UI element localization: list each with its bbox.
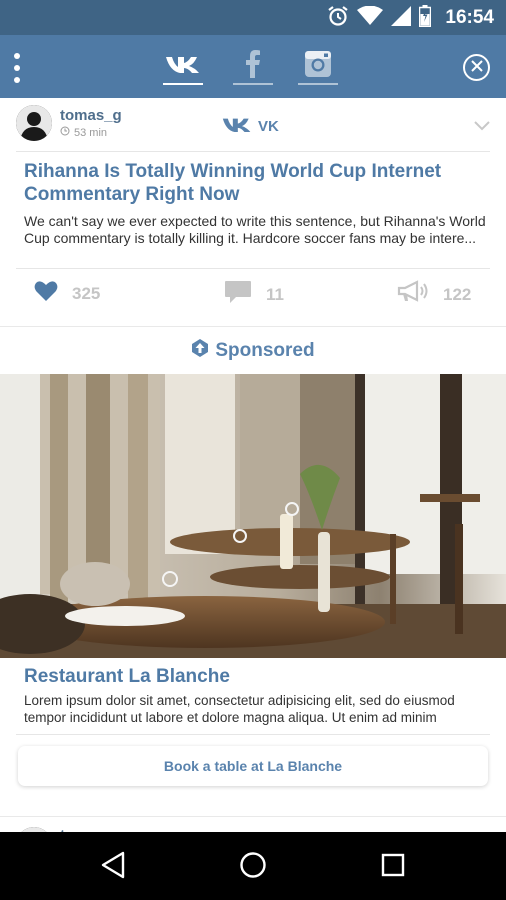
menu-dot-icon (14, 65, 20, 71)
megaphone-icon (397, 280, 429, 309)
wifi-icon (357, 5, 384, 31)
post-card: tomas_g 53 min VK Rihanna Is Totally Win… (0, 98, 506, 326)
share-button[interactable]: 122 (397, 280, 471, 309)
system-nav-bar (0, 832, 506, 900)
tab-indicator (233, 83, 273, 85)
ad-title[interactable]: Restaurant La Blanche (24, 666, 230, 688)
menu-dot-icon (14, 53, 20, 59)
app-bar (0, 35, 506, 98)
battery-icon (419, 4, 432, 32)
ad-card: Restaurant La Blanche Lorem ipsum dolor … (0, 658, 506, 816)
book-table-button[interactable]: Book a table at La Blanche (18, 746, 488, 786)
back-button[interactable] (96, 850, 130, 884)
close-button[interactable] (463, 54, 490, 81)
close-icon (470, 59, 483, 77)
tab-vk[interactable] (163, 49, 203, 85)
recents-button[interactable] (376, 850, 410, 884)
like-count: 325 (72, 283, 101, 303)
like-button[interactable]: 325 (34, 280, 100, 307)
post-meta: 53 min (60, 126, 107, 139)
divider (16, 734, 490, 735)
post-card: tomas_g (0, 816, 506, 832)
post-body: We can't say we ever expected to write t… (24, 213, 486, 246)
signal-icon (391, 5, 412, 31)
home-button[interactable] (236, 850, 270, 884)
post-time: 53 min (74, 126, 108, 139)
recents-square-icon (381, 853, 405, 882)
ad-photo[interactable] (0, 374, 506, 658)
tab-facebook[interactable] (233, 49, 273, 85)
status-bar: 16:54 (0, 0, 506, 35)
sponsored-arrow-icon (191, 338, 209, 363)
comment-button[interactable]: 11 (224, 280, 284, 309)
facebook-logo-icon (245, 49, 261, 83)
home-circle-icon (239, 851, 267, 884)
clock-icon (60, 126, 70, 139)
menu-dot-icon (14, 77, 20, 83)
tab-instagram[interactable] (298, 49, 338, 85)
back-triangle-icon (100, 851, 126, 884)
overflow-menu-button[interactable] (12, 53, 22, 83)
post-username[interactable]: tomas_g (60, 107, 122, 124)
comment-icon (224, 280, 252, 309)
instagram-logo-icon (304, 50, 332, 83)
sponsored-label: Sponsored (215, 339, 315, 361)
post-title[interactable]: Rihanna Is Totally Winning World Cup Int… (24, 160, 484, 206)
post-source: VK (222, 116, 279, 137)
divider (16, 151, 490, 152)
avatar[interactable] (16, 105, 52, 141)
sponsored-header: Sponsored (0, 327, 506, 374)
ad-body: Lorem ipsum dolor sit amet, consectetur … (24, 693, 455, 725)
tab-indicator (298, 83, 338, 85)
chevron-down-icon (474, 118, 490, 135)
post-options-button[interactable] (474, 118, 490, 136)
share-count: 122 (443, 284, 472, 304)
divider (16, 268, 490, 269)
vk-logo-icon (222, 116, 252, 137)
alarm-icon (327, 5, 349, 32)
post-source-label: VK (258, 118, 279, 135)
vk-logo-icon (165, 54, 201, 79)
heart-icon (34, 280, 58, 307)
clock: 16:54 (445, 7, 494, 28)
feed[interactable]: tomas_g 53 min VK Rihanna Is Totally Win… (0, 98, 506, 832)
comment-count: 11 (266, 284, 284, 304)
tab-active-indicator (163, 83, 203, 85)
